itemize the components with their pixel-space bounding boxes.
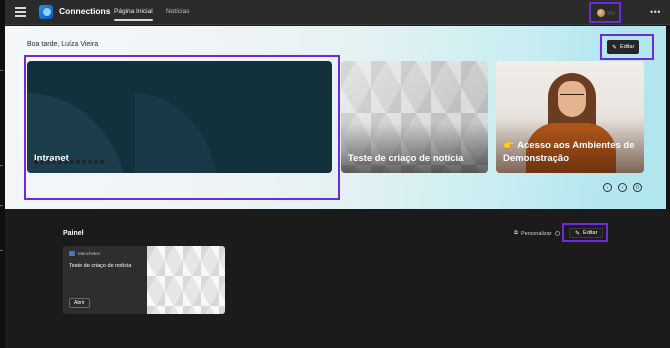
profile-highlight[interactable] [589,2,621,23]
card-shade [341,123,488,173]
edit-hero-highlight: ✎ Editar [600,34,654,60]
app-root: Connections Página Inicial Notícias ••• … [0,0,670,348]
headlines-icon [69,251,75,256]
chevron-right-icon[interactable]: › [618,183,627,192]
hero-card-news[interactable]: Teste de criaço de notícia [341,61,488,173]
edit-hero-label: Editar [620,44,635,50]
edge-tick [0,165,3,166]
tab-noticias[interactable]: Notícias [166,8,189,15]
pencil-icon: ✎ [612,44,618,51]
edge-tick [0,205,3,206]
glasses [560,94,584,99]
open-button[interactable]: Abrir [69,298,90,308]
chevron-left-icon[interactable]: ‹ [603,183,612,192]
avatar[interactable] [597,9,605,17]
edge-tick [0,250,3,251]
edit-panel-highlight: ✎ Editar [562,223,608,242]
pencil-icon: ✎ [575,230,581,237]
app-title: Connections [59,6,111,16]
tab-pagina-inicial[interactable]: Página Inicial [114,8,153,21]
connections-logo-icon [39,5,53,19]
more-horizontal-icon[interactable]: ••• [650,7,661,17]
hamburger-icon[interactable] [15,7,26,17]
news-card-content: Manchetes Teste de criaço de notícia Abr… [63,246,147,314]
top-bar: Connections Página Inicial Notícias ••• [5,0,670,25]
hero-card-title: Teste de criaço de notícia [348,153,464,164]
personalize-button[interactable]: ⧉ Personalizar [514,230,560,237]
user-name-placeholder [607,11,615,15]
edge-tick [0,70,3,71]
person-face [558,81,586,117]
hero-main-highlight [24,55,340,200]
edit-panel-button[interactable]: ✎ Editar [569,228,604,238]
news-headline[interactable]: Teste de criaço de notícia [69,263,131,269]
personalize-icon: ⧉ [514,230,518,236]
hero-card-title: 👉 Acesso aos Ambientes de Demonstração [503,140,635,164]
news-source-label: Manchetes [78,251,101,256]
personalize-label: Personalizar [520,230,552,237]
edit-panel-label: Editar [583,230,598,236]
news-card[interactable]: Manchetes Teste de criaço de notícia Abr… [63,246,225,314]
pause-icon[interactable]: II [633,183,642,192]
edit-hero-button[interactable]: ✎ Editar [607,40,640,54]
greeting-text: Boa tarde, Luíza Vieira [27,41,99,48]
scrollbar-strip[interactable] [666,26,670,209]
hero-card-demo[interactable]: 👉 Acesso aos Ambientes de Demonstração [496,61,644,173]
panel-title: Painel [63,230,84,237]
info-icon[interactable] [554,231,560,236]
news-thumbnail [147,246,225,314]
news-source: Manchetes [69,251,100,256]
hero-section: Boa tarde, Luíza Vieira ✎ Editar Intrane… [5,26,666,209]
